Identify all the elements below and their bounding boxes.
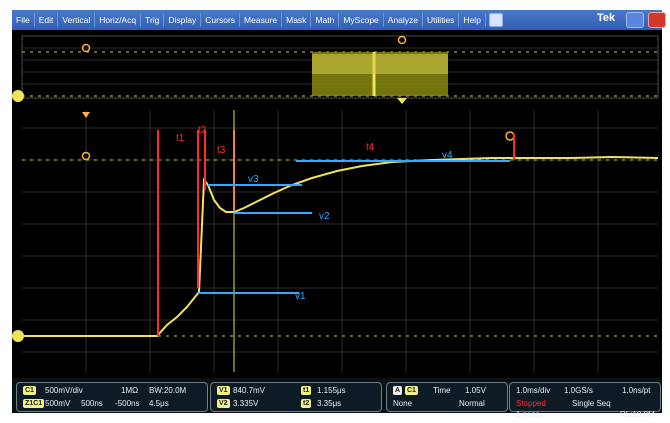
brand-label: Tek — [597, 12, 616, 24]
zoom-activity — [312, 54, 448, 74]
menu-analyze[interactable]: Analyze — [384, 13, 424, 27]
acq-timebase: 1.0ms/div — [516, 386, 551, 395]
cursor-t2-value: 3.35μs — [317, 399, 342, 408]
trigger-channel[interactable]: C1 — [405, 386, 418, 395]
channel1-scale: 500mV/div — [45, 386, 83, 395]
menu-edit[interactable]: Edit — [35, 13, 59, 27]
channel1-tag[interactable]: C1 — [23, 386, 36, 395]
cursor-v2-value: 3.335V — [233, 399, 259, 408]
scope-svg: t1 t2 t3 t4 v1 v2 v3 v4 — [12, 30, 662, 372]
menu-utilities[interactable]: Utilities — [423, 13, 460, 27]
trigger-tag[interactable]: A — [393, 386, 403, 395]
channel2-timebase: 500ns — [81, 399, 103, 408]
status-bar: C1 500mV/div 1MΩ BW:20.0M Z1C1 500mV 500… — [12, 378, 662, 419]
trigger-level: 1.05V — [465, 386, 486, 395]
channel2-position: -500ns — [115, 399, 140, 408]
minimize-icon[interactable] — [626, 12, 644, 28]
cursor-t2-tag[interactable]: t2 — [301, 399, 312, 408]
scope-display: t1 t2 t3 t4 v1 v2 v3 v4 — [12, 30, 662, 378]
waveform-area — [22, 110, 658, 372]
channel2-tag[interactable]: Z1C1 — [23, 399, 45, 408]
acq-count: 1 acqs — [516, 410, 540, 419]
label-v1: v1 — [295, 291, 306, 302]
acq-rate: 1.0GS/s — [564, 386, 593, 395]
acq-seq: Single Seq — [572, 399, 611, 408]
menu-file[interactable]: File — [12, 13, 35, 27]
trigger-mode-label: Time — [433, 386, 451, 395]
menu-cursors[interactable]: Cursors — [201, 13, 241, 27]
menu-horiz-acq[interactable]: Horiz/Acq — [95, 13, 142, 27]
channel1-ref-badge-icon[interactable] — [12, 90, 24, 102]
label-v4: v4 — [442, 150, 453, 161]
screenshot-frame: File Edit Vertical Horiz/Acq Trig Displa… — [0, 0, 670, 423]
cursor-v1-tag[interactable]: V1 — [217, 386, 230, 395]
label-v2: v2 — [319, 211, 330, 222]
channel2-scale: 500mV — [45, 399, 71, 408]
trigger-panel[interactable]: A C1 Time 1.05V None Normal — [386, 382, 508, 412]
acq-record-length: RL:10.0M — [620, 410, 655, 419]
menu-math[interactable]: Math — [311, 13, 340, 27]
menu-bar: File Edit Vertical Horiz/Acq Trig Displa… — [12, 10, 666, 30]
menu-measure[interactable]: Measure — [240, 13, 283, 27]
label-t1: t1 — [176, 133, 185, 144]
acquisition-panel[interactable]: 1.0ms/div 1.0GS/s 1.0ns/pt Stopped Singl… — [509, 382, 661, 419]
menu-display[interactable]: Display — [164, 13, 202, 27]
channel2-duration: 4.5μs — [149, 399, 169, 408]
label-v3: v3 — [248, 174, 259, 185]
dropdown-arrow-icon[interactable] — [488, 13, 503, 27]
acq-state: Stopped — [516, 399, 546, 408]
acq-resolution: 1.0ns/pt — [622, 386, 651, 395]
menu-vertical[interactable]: Vertical — [58, 13, 96, 27]
menu-help[interactable]: Help — [459, 13, 486, 27]
channel1-impedance: 1MΩ — [121, 386, 139, 395]
cursor-v1-value: 840.7mV — [233, 386, 266, 395]
label-t3: t3 — [217, 145, 226, 156]
close-icon[interactable] — [648, 12, 666, 28]
cursor-t1-tag[interactable]: t1 — [301, 386, 312, 395]
trigger-source: None — [393, 399, 413, 408]
trigger-mode: Normal — [459, 399, 485, 408]
menu-mask[interactable]: Mask — [282, 13, 312, 27]
menu-myscope[interactable]: MyScope — [339, 13, 384, 27]
cursor-v2-tag[interactable]: V2 — [217, 399, 230, 408]
channel-panel[interactable]: C1 500mV/div 1MΩ BW:20.0M Z1C1 500mV 500… — [16, 382, 208, 412]
label-t4: t4 — [366, 142, 375, 153]
cursor-t1-value: 1.155μs — [317, 386, 346, 395]
menu-trig[interactable]: Trig — [141, 13, 165, 27]
cursor-panel[interactable]: V1 840.7mV t1 1.155μs V2 3.335V t2 3.35μ… — [210, 382, 382, 412]
channel1-bandwidth: BW:20.0M — [149, 386, 187, 395]
label-t2: t2 — [198, 125, 207, 136]
